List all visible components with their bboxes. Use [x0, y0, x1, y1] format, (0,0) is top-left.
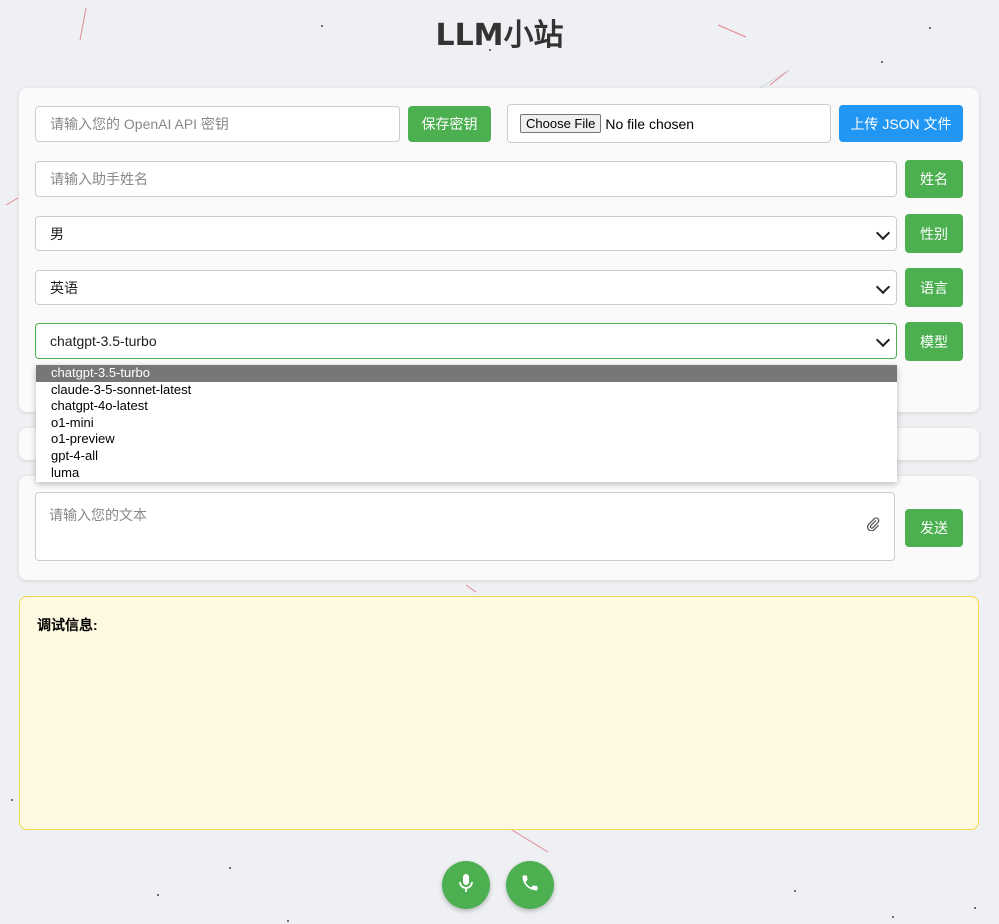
save-key-button[interactable]: 保存密钥	[408, 106, 491, 142]
model-option[interactable]: luma	[36, 465, 897, 482]
send-button[interactable]: 发送	[905, 509, 963, 547]
phone-icon	[520, 873, 540, 898]
debug-panel: 调试信息:	[19, 596, 979, 830]
chevron-down-icon	[875, 279, 891, 294]
choose-file-button[interactable]: Choose File	[520, 114, 602, 133]
chevron-down-icon	[875, 225, 891, 240]
model-select[interactable]: chatgpt-3.5-turbo	[35, 323, 897, 359]
language-value: 英语	[50, 279, 78, 296]
upload-json-button[interactable]: 上传 JSON 文件	[839, 105, 963, 142]
paperclip-icon[interactable]	[866, 517, 880, 534]
language-button[interactable]: 语言	[905, 268, 963, 307]
microphone-icon	[457, 873, 475, 898]
call-button[interactable]	[506, 861, 554, 909]
model-option[interactable]: claude-3-5-sonnet-latest	[36, 382, 897, 399]
gender-button[interactable]: 性别	[905, 214, 963, 253]
model-option[interactable]: chatgpt-4o-latest	[36, 398, 897, 415]
assistant-name-placeholder: 请输入助手姓名	[50, 171, 148, 187]
model-dropdown-list[interactable]: chatgpt-3.5-turbo claude-3-5-sonnet-late…	[36, 365, 897, 482]
chevron-down-icon	[875, 332, 891, 348]
api-key-input[interactable]: 请输入您的 OpenAI API 密钥	[35, 106, 400, 142]
message-placeholder: 请输入您的文本	[49, 507, 147, 523]
api-key-placeholder: 请输入您的 OpenAI API 密钥	[50, 116, 229, 132]
file-input[interactable]: Choose File No file chosen	[507, 104, 831, 143]
gender-value: 男	[50, 225, 64, 242]
model-option[interactable]: o1-preview	[36, 431, 897, 448]
debug-label: 调试信息:	[37, 617, 98, 633]
assistant-name-input[interactable]: 请输入助手姓名	[35, 161, 897, 197]
model-option[interactable]: gpt-4-all	[36, 448, 897, 465]
model-option[interactable]: chatgpt-3.5-turbo	[36, 365, 897, 382]
page-title: LLM小站	[435, 18, 564, 53]
page: LLM小站 请输入您的 OpenAI API 密钥 保存密钥 Choose Fi…	[0, 0, 999, 924]
gender-select[interactable]: 男	[35, 216, 897, 251]
microphone-button[interactable]	[442, 861, 490, 909]
model-value: chatgpt-3.5-turbo	[50, 333, 157, 349]
name-button[interactable]: 姓名	[905, 160, 963, 198]
model-button[interactable]: 模型	[905, 322, 963, 361]
language-select[interactable]: 英语	[35, 270, 897, 305]
message-textarea[interactable]: 请输入您的文本	[35, 492, 895, 561]
model-option[interactable]: o1-mini	[36, 415, 897, 432]
file-status: No file chosen	[605, 115, 695, 132]
